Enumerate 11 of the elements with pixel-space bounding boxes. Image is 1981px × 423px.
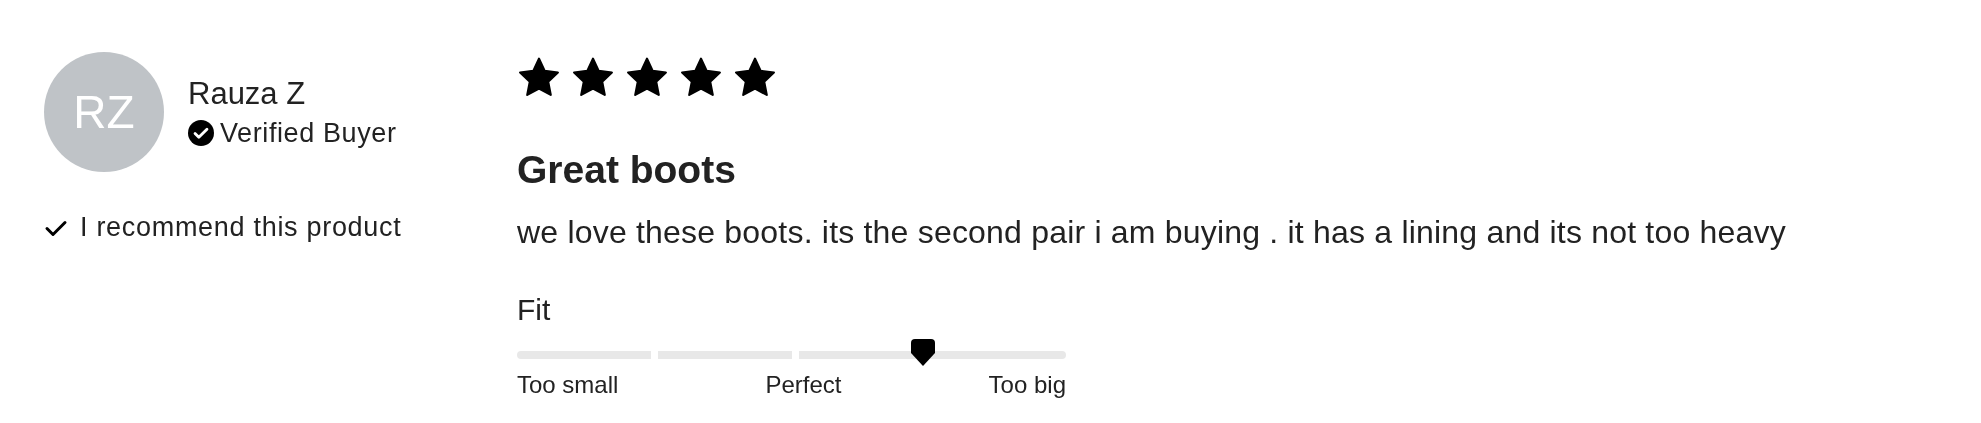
review-text: we love these boots. its the second pair i am buying . it has a lining and its not too heavy: [517, 214, 1787, 251]
verified-check-icon: [188, 120, 214, 146]
verified-buyer-label: Verified Buyer: [220, 117, 397, 149]
recommend-text: I recommend this product: [80, 212, 402, 243]
reviewer-name: Rauza Z: [188, 75, 307, 112]
fit-scale-label: Perfect: [765, 371, 842, 399]
avatar: RZ: [44, 52, 164, 172]
review-title: Great boots: [517, 148, 737, 192]
fit-label: Fit: [517, 293, 552, 327]
fit-scale-label: Too small: [517, 371, 619, 399]
fit-scale-label: Too big: [988, 371, 1066, 399]
